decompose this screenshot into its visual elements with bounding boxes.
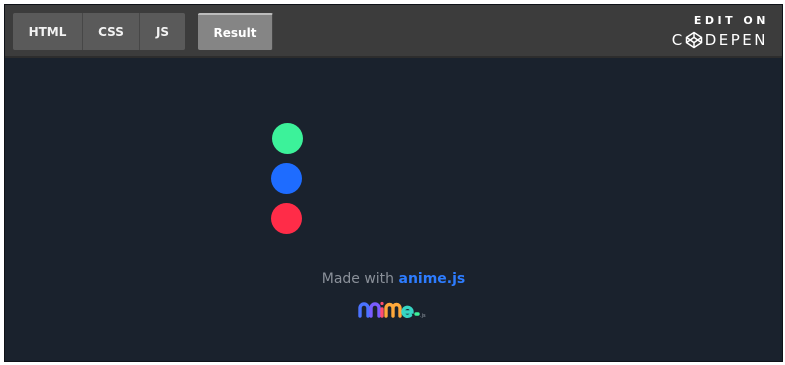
tab-css[interactable]: CSS: [83, 13, 140, 50]
tab-js[interactable]: JS: [140, 13, 185, 50]
codepen-cube-icon: [685, 31, 702, 49]
codepen-wordmark: C DEPEN: [672, 30, 766, 50]
made-with-label: Made with: [321, 271, 395, 287]
codepen-embed-frame: HTML CSS JS Result EDIT ON C DEPEN Made …: [4, 4, 783, 362]
embed-topbar: HTML CSS JS Result EDIT ON C DEPEN: [5, 5, 782, 58]
edit-on-label: EDIT ON: [693, 14, 769, 27]
codepen-wordmark-rest: DEPEN: [704, 31, 768, 49]
green-dot: [272, 123, 303, 154]
tab-result[interactable]: Result: [198, 13, 273, 50]
svg-text:.js: .js: [420, 313, 426, 319]
tab-html[interactable]: HTML: [13, 13, 83, 50]
made-with-credit: Made with anime.js: [5, 271, 782, 287]
blue-dot: [271, 163, 302, 194]
editor-tabs: HTML CSS JS Result: [13, 13, 273, 50]
red-dot: [271, 203, 302, 234]
anime-js-logo[interactable]: .js: [357, 298, 433, 322]
codepen-wordmark-c: C: [671, 31, 685, 49]
anime-js-link[interactable]: anime.js: [399, 271, 466, 287]
edit-on-codepen-link[interactable]: EDIT ON C DEPEN: [672, 14, 766, 50]
